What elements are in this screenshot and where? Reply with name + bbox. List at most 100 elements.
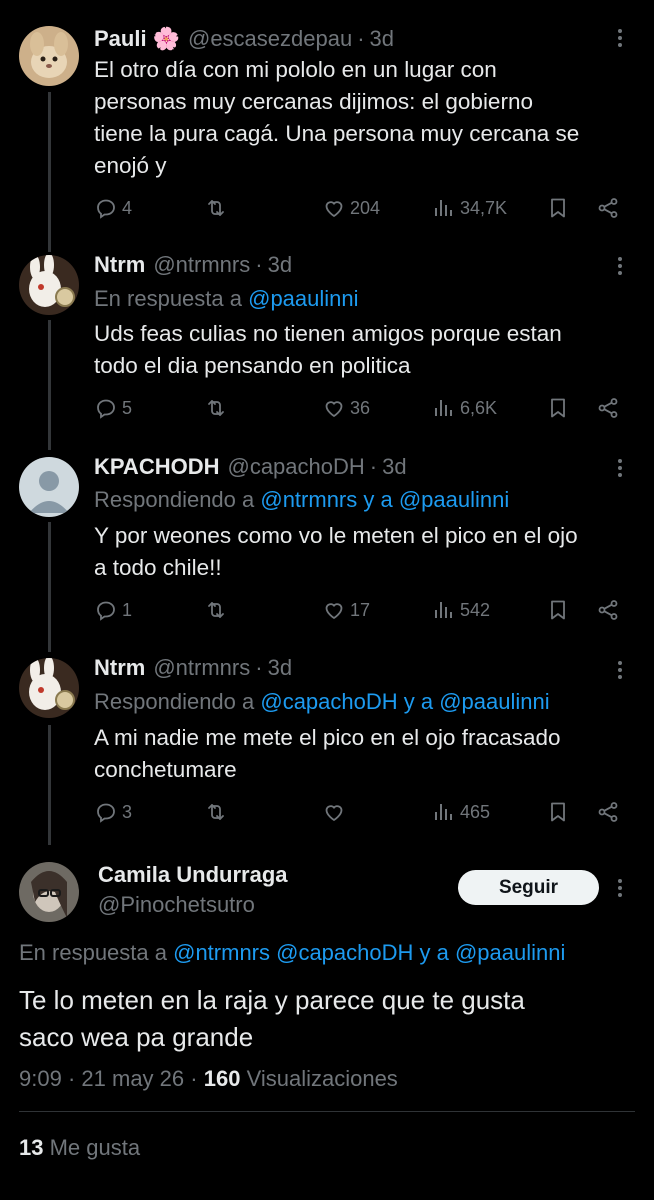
post-date[interactable]: 21 may 26 <box>81 1066 184 1091</box>
reply-button[interactable]: 1 <box>94 598 132 622</box>
timestamp[interactable]: 3d <box>268 252 292 278</box>
views-button[interactable]: 34,7K <box>432 196 507 220</box>
reply-mention-link[interactable]: @capachoDH y a @paaulinni <box>260 689 549 714</box>
likes-label: Me gusta <box>49 1135 141 1160</box>
reply-mention-link[interactable]: @ntrmnrs @capachoDH y a @paaulinni <box>173 940 565 965</box>
flower-emoji: 🌸 <box>152 26 180 51</box>
avatar[interactable] <box>19 255 79 315</box>
bookmark-button[interactable] <box>546 598 570 622</box>
reply-prefix: En respuesta a <box>94 286 249 311</box>
like-button[interactable]: 36 <box>322 396 370 420</box>
avatar[interactable] <box>19 457 79 517</box>
share-button[interactable] <box>596 196 620 220</box>
more-icon[interactable] <box>608 658 632 682</box>
thread-line <box>48 725 51 845</box>
views-label: Visualizaciones <box>246 1066 398 1091</box>
author-handle[interactable]: @escasezdepau <box>188 26 352 52</box>
divider <box>19 1111 635 1112</box>
author-name[interactable]: Camila Undurraga <box>98 862 288 888</box>
reply-button[interactable]: 3 <box>94 800 132 824</box>
separator-dot: · <box>255 252 263 277</box>
separator-dot: · <box>369 454 378 479</box>
more-icon[interactable] <box>608 254 632 278</box>
post-time[interactable]: 9:09 <box>19 1066 62 1091</box>
avatar[interactable] <box>19 862 79 922</box>
views-count: 34,7K <box>460 197 508 218</box>
reply-mention-link[interactable]: @ntrmnrs y a @paaulinni <box>260 487 509 512</box>
author-handle[interactable]: @capachoDH <box>227 454 364 480</box>
share-button[interactable] <box>596 396 620 420</box>
share-icon <box>596 196 620 220</box>
more-icon[interactable] <box>608 26 632 50</box>
timestamp[interactable]: 3d <box>370 26 394 52</box>
share-icon <box>596 800 620 824</box>
retweet-button[interactable] <box>204 196 232 220</box>
author-name[interactable]: Ntrm <box>94 252 145 278</box>
tweet-text: Uds feas culias no tienen amigos porque … <box>94 321 562 378</box>
retweet-button[interactable] <box>204 396 232 420</box>
like-icon <box>322 598 346 622</box>
reply-count: 3 <box>122 801 133 822</box>
reply-prefix: En respuesta a <box>19 940 174 965</box>
tweet-text: A mi nadie me mete el pico en el ojo fra… <box>94 725 561 782</box>
action-bar: 1 17 542 <box>94 598 634 628</box>
reply-context: Respondiendo a @ntrmnrs y a @paaulinni <box>94 487 509 513</box>
like-button[interactable] <box>322 800 350 824</box>
views-button[interactable]: 542 <box>432 598 490 622</box>
reply-icon <box>94 196 118 220</box>
more-icon[interactable] <box>608 456 632 480</box>
views-count: 465 <box>460 801 491 822</box>
share-button[interactable] <box>596 598 620 622</box>
action-bar: 3 465 <box>94 800 634 830</box>
separator-dot: · <box>67 1066 82 1091</box>
separator-dot: · <box>190 1066 204 1091</box>
reply-button[interactable]: 4 <box>94 196 132 220</box>
reply-button[interactable]: 5 <box>94 396 132 420</box>
separator-dot: · <box>357 26 365 51</box>
tweet-text: Y por weones como vo le meten el pico en… <box>94 523 578 580</box>
author-name[interactable]: Ntrm <box>94 655 145 681</box>
bookmark-button[interactable] <box>546 800 570 824</box>
retweet-icon <box>204 800 228 824</box>
reply-count: 1 <box>122 599 133 620</box>
avatar[interactable] <box>19 658 79 718</box>
author-handle[interactable]: @ntrmnrs <box>153 252 250 278</box>
retweet-button[interactable] <box>204 800 232 824</box>
views-count: 542 <box>460 599 491 620</box>
bookmark-button[interactable] <box>546 196 570 220</box>
retweet-icon <box>204 598 228 622</box>
timestamp[interactable]: 3d <box>382 454 406 480</box>
follow-button[interactable]: Seguir <box>458 870 599 905</box>
reply-context: En respuesta a @ntrmnrs @capachoDH y a @… <box>19 940 565 966</box>
reply-prefix: Respondiendo a <box>94 487 261 512</box>
author-name[interactable]: Pauli <box>94 26 147 52</box>
reply-mention-link[interactable]: @paaulinni <box>248 286 358 311</box>
author-name[interactable]: KPACHODH <box>94 454 219 480</box>
thread-line <box>48 92 51 252</box>
like-button[interactable]: 204 <box>322 196 380 220</box>
share-button[interactable] <box>596 800 620 824</box>
reply-icon <box>94 396 118 420</box>
more-icon[interactable] <box>608 876 632 900</box>
author-handle[interactable]: @Pinochetsutro <box>98 892 255 918</box>
likes-summary[interactable]: 13 Me gusta <box>19 1135 140 1161</box>
bookmark-button[interactable] <box>546 396 570 420</box>
avatar[interactable] <box>19 26 79 86</box>
thread-line <box>48 522 51 652</box>
timestamp[interactable]: 3d <box>268 655 292 681</box>
tweet-text: El otro día con mi pololo en un lugar co… <box>94 57 580 178</box>
views-icon <box>432 800 456 824</box>
reply-prefix: Respondiendo a <box>94 689 261 714</box>
like-button[interactable]: 17 <box>322 598 370 622</box>
retweet-button[interactable] <box>204 598 232 622</box>
views-icon <box>432 196 456 220</box>
author-handle[interactable]: @ntrmnrs <box>153 655 250 681</box>
views-button[interactable]: 465 <box>432 800 490 824</box>
action-bar: 5 36 6,6K <box>94 396 634 426</box>
like-icon <box>322 800 346 824</box>
like-count: 17 <box>350 599 371 620</box>
tweet-text: Te lo meten en la raja y parece que te g… <box>19 985 525 1052</box>
views-button[interactable]: 6,6K <box>432 396 497 420</box>
share-icon <box>596 396 620 420</box>
bookmark-icon <box>546 800 570 824</box>
